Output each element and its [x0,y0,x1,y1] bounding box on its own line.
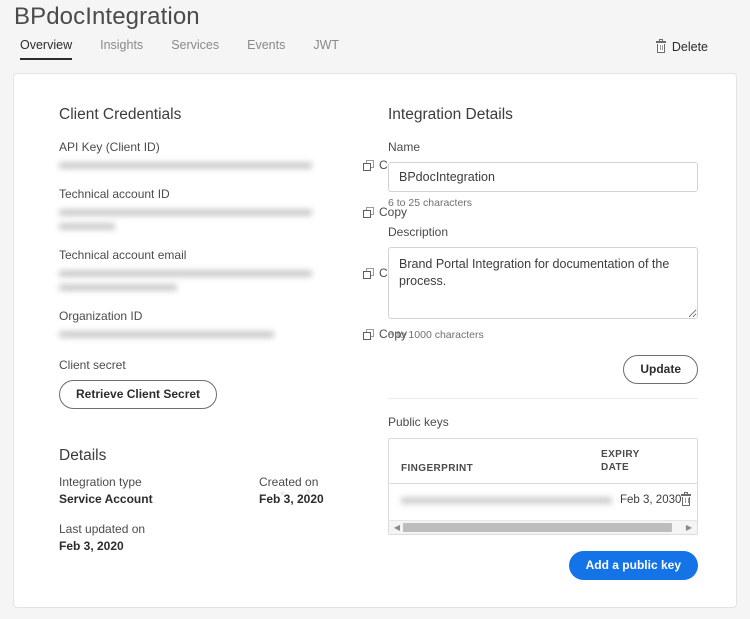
client-credentials-column: Client Credentials API Key (Client ID) C… [59,106,389,553]
page-root: BPdocIntegration Overview Insights Servi… [0,0,750,619]
public-keys-table-header: FINGERPRINT EXPIRY DATE [389,439,697,484]
technical-account-id-value-redacted [59,209,312,216]
section-divider [388,398,698,399]
public-keys-label: Public keys [388,415,698,429]
description-label: Description [388,225,698,239]
integration-type-field: Integration type Service Account [59,475,259,506]
api-key-row: Copy [59,162,389,169]
api-key-value-redacted [59,162,312,169]
technical-account-email-value-redacted-2 [59,284,177,291]
caret-right-icon[interactable]: ▶ [683,524,695,532]
details-section: Details Integration type Service Account… [59,447,389,553]
decorative-specks [281,490,361,496]
details-empty-cell [259,522,389,553]
technical-account-id-row: Copy [59,209,389,230]
tabbar: Overview Insights Services Events JWT [16,38,353,60]
integration-details-column: Integration Details Name 6 to 25 charact… [388,106,698,580]
last-updated-label: Last updated on [59,522,259,536]
last-updated-value: Feb 3, 2020 [59,539,259,553]
retrieve-client-secret-button[interactable]: Retrieve Client Secret [59,380,217,409]
integration-type-label: Integration type [59,475,259,489]
delete-public-key-button[interactable] [681,494,691,506]
copy-icon [363,207,374,218]
technical-account-email-value-redacted [59,270,312,277]
description-helper-text: 6 to 1000 characters [388,329,698,341]
organization-id-row: Copy [59,331,389,338]
details-title: Details [59,447,389,465]
client-credentials-title: Client Credentials [59,106,389,124]
tab-events[interactable]: Events [233,38,299,60]
name-input[interactable] [388,162,698,192]
table-row: Feb 3, 2030 [389,484,697,520]
public-key-expiry-date: Feb 3, 2030 [620,494,681,506]
tab-services[interactable]: Services [157,38,233,60]
delete-button-label: Delete [672,40,708,54]
column-header-expiry-line2: DATE [601,462,663,475]
trash-icon [681,494,691,506]
column-header-expiry-line1: EXPIRY [601,449,663,462]
public-keys-horizontal-scrollbar[interactable]: ◀ ▶ [389,520,697,534]
add-public-key-button[interactable]: Add a public key [569,551,698,580]
copy-icon [363,268,374,279]
delete-button[interactable]: Delete [656,40,708,54]
update-button[interactable]: Update [623,355,698,384]
public-key-fingerprint-cell [401,497,620,504]
scrollbar-thumb[interactable] [403,523,672,532]
description-textarea[interactable] [388,247,698,319]
technical-account-email-label: Technical account email [59,248,389,262]
technical-account-id-label: Technical account ID [59,187,389,201]
name-helper-text: 6 to 25 characters [388,197,698,209]
tab-jwt[interactable]: JWT [299,38,353,60]
public-keys-table: FINGERPRINT EXPIRY DATE Feb 3, 2030 [388,438,698,535]
public-key-fingerprint-redacted [401,497,612,504]
column-header-fingerprint: FINGERPRINT [401,463,601,474]
scrollbar-track[interactable] [403,522,683,533]
tab-insights[interactable]: Insights [86,38,157,60]
page-title: BPdocIntegration [14,3,200,31]
last-updated-field: Last updated on Feb 3, 2020 [59,522,259,553]
copy-icon [363,160,374,171]
overview-card: Client Credentials API Key (Client ID) C… [13,73,737,608]
tab-overview[interactable]: Overview [16,38,86,60]
technical-account-email-row: Copy [59,270,389,291]
integration-type-value: Service Account [59,492,259,506]
integration-details-title: Integration Details [388,106,698,124]
name-label: Name [388,140,698,154]
copy-icon [363,329,374,340]
created-on-label: Created on [259,475,389,489]
add-key-row: Add a public key [388,551,698,580]
trash-icon [656,41,666,53]
organization-id-label: Organization ID [59,309,389,323]
update-row: Update [388,355,698,384]
column-header-expiry-date: EXPIRY DATE [601,449,663,474]
caret-left-icon[interactable]: ◀ [391,524,403,532]
client-secret-label: Client secret [59,358,389,372]
technical-account-id-value-redacted-2 [59,223,115,230]
organization-id-value-redacted [59,331,274,338]
api-key-label: API Key (Client ID) [59,140,389,154]
